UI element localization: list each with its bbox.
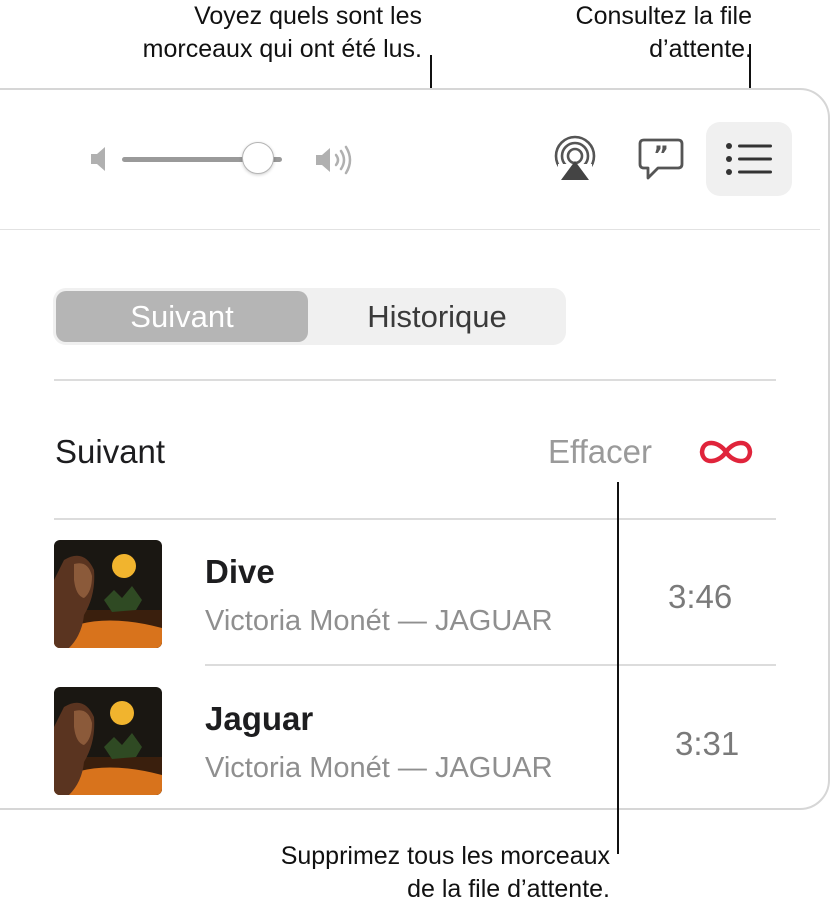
- callout-clear-leader: [617, 482, 619, 854]
- album-art: [54, 540, 162, 648]
- volume-control[interactable]: [88, 138, 358, 182]
- infinity-icon[interactable]: [697, 436, 755, 468]
- callout-queue-line1: Consultez la file: [575, 2, 752, 30]
- callout-clear-line1: Supprimez tous les morceaux: [280, 842, 610, 870]
- album-art-image: [54, 687, 162, 795]
- callout-clear-line2: de la file d’attente.: [407, 875, 610, 903]
- toolbar-divider: [0, 229, 820, 230]
- track-duration: 3:46: [668, 578, 733, 615]
- section-title: Suivant: [55, 433, 166, 470]
- callout-history: Voyez quels sont les morceaux qui ont ét…: [143, 0, 422, 66]
- track-title: Jaguar: [205, 700, 314, 737]
- header-divider: [54, 518, 776, 520]
- track-subtitle: Victoria Monét — JAGUAR: [205, 605, 553, 637]
- queue-list-icon: [726, 143, 772, 175]
- clear-button[interactable]: Effacer: [548, 433, 652, 471]
- segment-divider: [54, 379, 776, 381]
- album-art: [54, 687, 162, 795]
- callout-clear: Supprimez tous les morceaux de la file d…: [281, 840, 610, 906]
- airplay-icon: [554, 135, 596, 184]
- segment-history[interactable]: Historique: [311, 291, 563, 342]
- lyrics-icon: ”: [638, 138, 684, 180]
- track-subtitle: Victoria Monét — JAGUAR: [205, 752, 553, 784]
- callout-queue: Consultez la file d’attente.: [576, 0, 752, 66]
- row-divider: [205, 664, 776, 666]
- track-duration: 3:31: [675, 725, 740, 762]
- track-title: Dive: [205, 553, 275, 590]
- callout-history-line2: morceaux qui ont été lus.: [142, 35, 422, 63]
- callout-queue-line2: d’attente.: [649, 35, 752, 63]
- volume-low-icon: [91, 147, 105, 171]
- lyrics-button[interactable]: ”: [618, 122, 704, 196]
- volume-high-icon: [316, 145, 352, 175]
- svg-text:”: ”: [653, 141, 669, 169]
- airplay-button[interactable]: [532, 122, 618, 196]
- queue-history-segmented-control: Suivant Historique: [53, 288, 566, 345]
- queue-button[interactable]: [706, 122, 792, 196]
- segment-next[interactable]: Suivant: [56, 291, 308, 342]
- album-art-image: [54, 540, 162, 648]
- volume-knob[interactable]: [242, 142, 274, 174]
- callout-history-line1: Voyez quels sont les: [194, 2, 422, 30]
